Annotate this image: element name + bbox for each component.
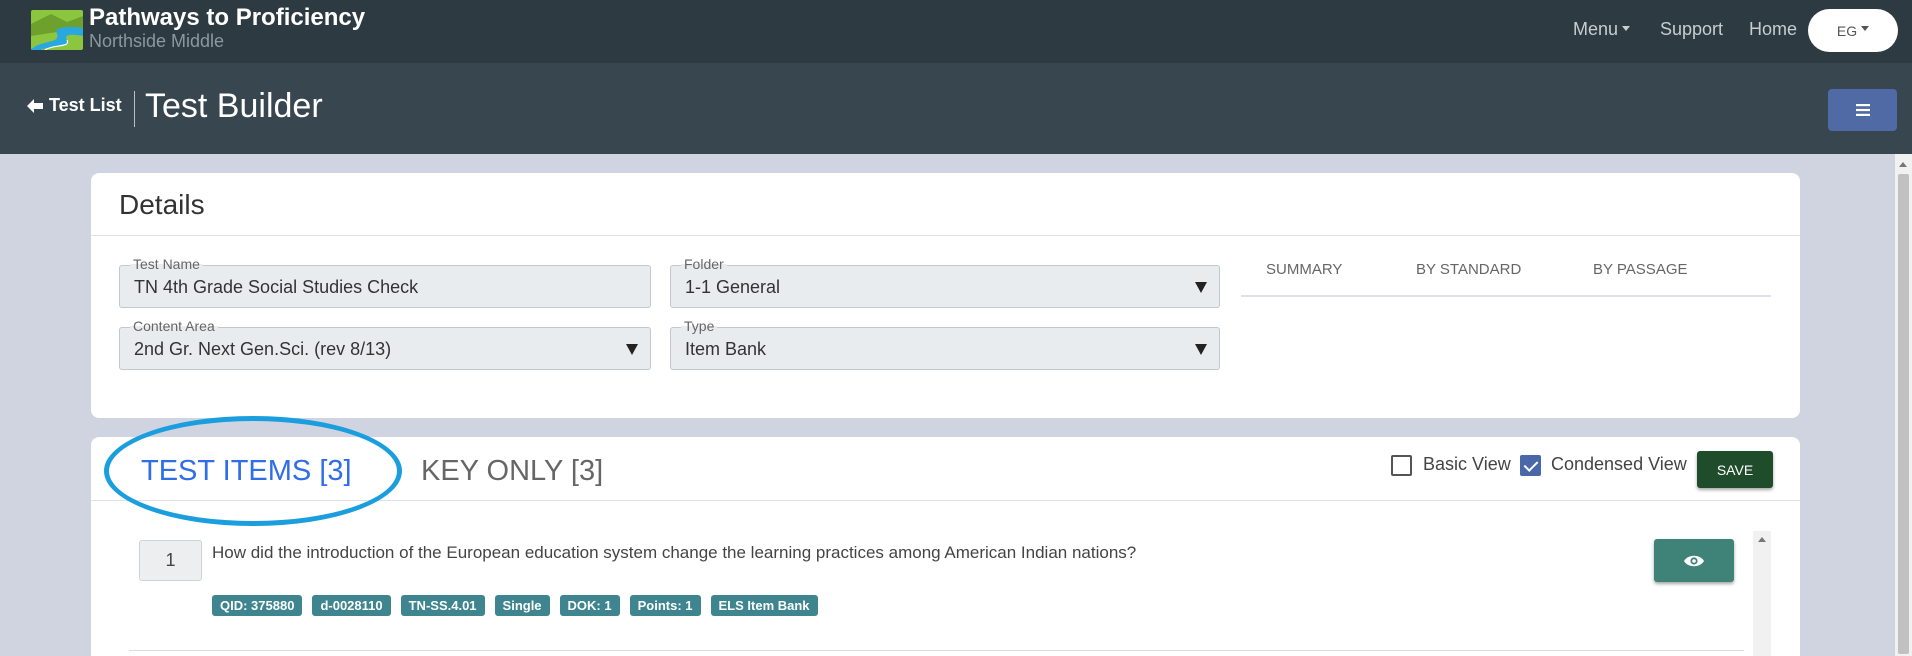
- scroll-up-icon[interactable]: [1758, 537, 1766, 542]
- folder-label: Folder: [681, 256, 727, 272]
- dropdown-arrow-icon: [1195, 344, 1207, 355]
- basic-view-label: Basic View: [1423, 454, 1511, 474]
- type-select[interactable]: Type Item Bank: [670, 318, 1220, 370]
- tag-item-code: d-0028110: [312, 595, 391, 616]
- back-link-label: Test List: [49, 95, 122, 115]
- save-button[interactable]: SAVE: [1697, 451, 1773, 488]
- back-to-test-list-link[interactable]: Test List: [27, 95, 122, 116]
- tag-answer-type: Single: [494, 595, 550, 616]
- question-text: How did the introduction of the European…: [212, 543, 1137, 562]
- basic-view-checkbox[interactable]: [1391, 455, 1412, 476]
- top-navbar: Pathways to Proficiency Northside Middle…: [0, 0, 1912, 63]
- dropdown-arrow-icon: [1195, 282, 1207, 293]
- arrow-left-icon: [27, 98, 43, 113]
- folder-select[interactable]: Folder 1-1 General: [670, 256, 1220, 308]
- menu-label: Menu: [1573, 19, 1619, 39]
- content-area-value: 2nd Gr. Next Gen.Sci. (rev 8/13): [134, 339, 392, 359]
- eye-icon: [1684, 555, 1704, 566]
- condensed-view-checkbox[interactable]: [1520, 455, 1541, 476]
- tab-summary[interactable]: SUMMARY: [1266, 261, 1342, 278]
- question-divider: [129, 650, 1744, 651]
- content-area-select[interactable]: Content Area 2nd Gr. Next Gen.Sci. (rev …: [119, 318, 651, 370]
- tab-by-passage[interactable]: BY PASSAGE: [1593, 261, 1688, 278]
- test-name-label: Test Name: [130, 256, 203, 272]
- dropdown-arrow-icon: [626, 344, 638, 355]
- page-header: Test List Test Builder: [0, 63, 1912, 154]
- options-menu-button[interactable]: [1828, 89, 1897, 131]
- tag-dok: DOK: 1: [559, 595, 620, 616]
- test-name-value: TN 4th Grade Social Studies Check: [134, 277, 419, 297]
- details-title: Details: [119, 189, 205, 220]
- tab-key-only[interactable]: KEY ONLY [3]: [421, 455, 603, 488]
- user-menu-button[interactable]: EG: [1808, 9, 1898, 52]
- tag-item-bank: ELS Item Bank: [710, 595, 818, 616]
- user-initials: EG: [1836, 22, 1858, 39]
- brand-subtitle: Northside Middle: [89, 31, 225, 51]
- menu-dropdown[interactable]: Menu: [1573, 19, 1631, 40]
- caret-down-icon: [1622, 25, 1631, 31]
- question-tags: QID: 375880 d-0028110 TN-SS.4.01 Single …: [212, 595, 818, 616]
- details-card: Details Test Name TN 4th Grade Social St…: [91, 173, 1800, 418]
- header-divider: [134, 91, 135, 127]
- test-name-field[interactable]: Test Name TN 4th Grade Social Studies Ch…: [119, 256, 651, 308]
- content-area-label: Content Area: [130, 318, 218, 334]
- road-landscape-logo-icon[interactable]: [31, 10, 83, 50]
- question-number: 1: [139, 540, 202, 581]
- condensed-view-label: Condensed View: [1551, 454, 1687, 474]
- page-scrollbar[interactable]: [1895, 154, 1912, 656]
- summary-tabs: SUMMARY BY STANDARD BY PASSAGE: [1241, 249, 1771, 297]
- hamburger-icon: [1855, 104, 1870, 116]
- tag-standard: TN-SS.4.01: [400, 595, 485, 616]
- tag-points: Points: 1: [629, 595, 701, 616]
- page-title: Test Builder: [145, 87, 323, 125]
- highlight-circle: [104, 416, 402, 526]
- caret-down-icon: [1861, 26, 1870, 31]
- brand-title[interactable]: Pathways to Proficiency: [89, 4, 365, 32]
- tag-qid: QID: 375880: [212, 595, 303, 616]
- tab-by-standard[interactable]: BY STANDARD: [1416, 261, 1521, 278]
- support-link[interactable]: Support: [1660, 19, 1723, 40]
- folder-value: 1-1 General: [685, 277, 781, 297]
- preview-question-button[interactable]: [1654, 539, 1734, 582]
- type-value: Item Bank: [685, 339, 767, 359]
- scroll-up-icon[interactable]: [1899, 162, 1907, 167]
- type-label: Type: [681, 318, 718, 334]
- details-card-header: Details: [91, 173, 1800, 236]
- items-scrollbar[interactable]: [1753, 531, 1771, 656]
- scrollbar-thumb[interactable]: [1898, 174, 1909, 654]
- home-link[interactable]: Home: [1749, 19, 1797, 40]
